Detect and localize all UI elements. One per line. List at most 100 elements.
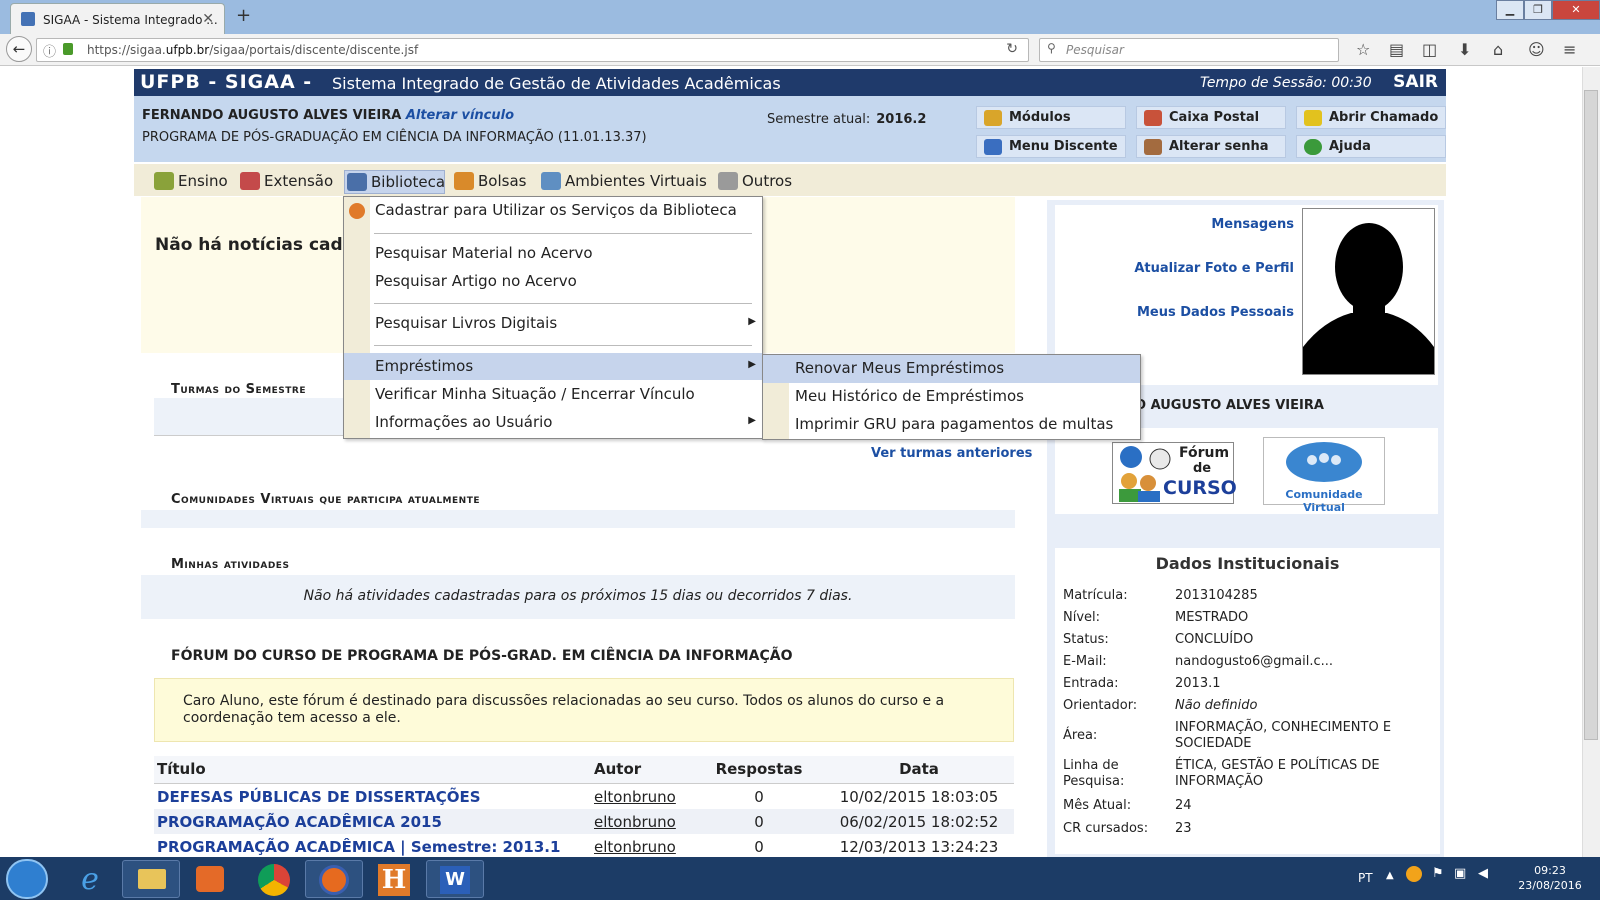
menu-biblioteca[interactable]: Biblioteca: [344, 170, 445, 194]
reading-list-icon[interactable]: ▤: [1389, 40, 1404, 59]
dados-pessoais-link[interactable]: Meus Dados Pessoais: [1054, 305, 1294, 320]
url-host: ufpb.br: [165, 43, 210, 57]
system-clock[interactable]: 09:23 23/08/2016: [1510, 863, 1590, 893]
close-tab-icon[interactable]: ✕: [202, 11, 214, 27]
sigaa-header: UFPB - SIGAA - Sistema Integrado de Gest…: [134, 69, 1446, 96]
forum-date: 12/03/2013 13:24:23: [839, 838, 999, 856]
menu-bolsas[interactable]: Bolsas: [452, 170, 526, 194]
dados-label: Status:: [1063, 632, 1109, 647]
table-row: DEFESAS PÚBLICAS DE DISSERTAÇÕES eltonbr…: [154, 784, 1014, 809]
bookmark-star-icon[interactable]: ☆: [1356, 40, 1370, 59]
chat-icon[interactable]: ☺: [1528, 40, 1545, 59]
download-icon[interactable]: ⬇: [1458, 40, 1471, 59]
start-button[interactable]: [6, 859, 48, 899]
menu-item-gru[interactable]: Imprimir GRU para pagamentos de multas: [763, 411, 1140, 439]
user-key-icon: [1144, 139, 1162, 155]
forum-topic-link[interactable]: PROGRAMAÇÃO ACADÊMICA | Semestre: 2013.1: [157, 838, 560, 856]
user-name-line: FERNANDO AUGUSTO ALVES VIEIRA Alterar ví…: [142, 108, 514, 123]
info-icon[interactable]: ⓘ: [43, 41, 56, 60]
tray-expand-icon[interactable]: ▲: [1386, 870, 1394, 881]
logout-link[interactable]: SAIR: [1393, 72, 1438, 92]
ver-turmas-link[interactable]: Ver turmas anteriores: [871, 446, 1032, 461]
ie-icon[interactable]: e: [70, 862, 110, 897]
menu-outros[interactable]: Outros: [716, 170, 792, 194]
menu-item-emprestimos[interactable]: Empréstimos ▶: [344, 353, 762, 380]
menu-ambientes[interactable]: Ambientes Virtuais: [539, 170, 707, 194]
browser-search-box[interactable]: ⚲ Pesquisar: [1039, 38, 1339, 62]
language-indicator[interactable]: PT: [1358, 871, 1373, 885]
menu-ensino[interactable]: Ensino: [152, 170, 228, 194]
tray-app-icon[interactable]: [1406, 866, 1422, 882]
menu-separator: [374, 233, 752, 234]
word-taskbar-icon[interactable]: W: [426, 860, 484, 898]
dados-label: E-Mail:: [1063, 654, 1107, 669]
menu-extensao[interactable]: Extensão: [238, 170, 333, 194]
dados-label: CR cursados:: [1063, 821, 1149, 836]
menu-item-informacoes[interactable]: Informações ao Usuário ▶: [344, 409, 762, 436]
window-close-icon[interactable]: ✕: [1552, 0, 1600, 20]
dados-label: Nível:: [1063, 610, 1101, 625]
dados-value: Não definido: [1175, 698, 1258, 713]
menu-item-renovar[interactable]: Renovar Meus Empréstimos: [763, 355, 1140, 383]
explorer-taskbar-icon[interactable]: [122, 860, 180, 898]
menu-item-pesquisar-material[interactable]: Pesquisar Material no Acervo: [344, 240, 762, 267]
firefox-taskbar-icon[interactable]: [305, 860, 363, 898]
scrollbar-thumb[interactable]: [1584, 90, 1598, 740]
atualizar-foto-link[interactable]: Atualizar Foto e Perfil: [1054, 261, 1294, 276]
pocket-icon[interactable]: ◫: [1422, 40, 1437, 59]
minimize-icon[interactable]: ▁: [1496, 0, 1524, 20]
restore-icon[interactable]: ❐: [1524, 0, 1552, 20]
action-center-flag-icon[interactable]: ⚑: [1432, 866, 1444, 881]
mensagens-link[interactable]: Mensagens: [1054, 217, 1294, 232]
ajuda-label: Ajuda: [1329, 139, 1371, 154]
forum-topic-link[interactable]: PROGRAMAÇÃO ACADÊMICA 2015: [157, 813, 442, 831]
menu-item-pesquisar-artigo[interactable]: Pesquisar Artigo no Acervo: [344, 268, 762, 295]
forum-replies: 0: [754, 788, 764, 806]
user-avatar: [1302, 208, 1435, 375]
menu-item-pesquisar-livros[interactable]: Pesquisar Livros Digitais ▶: [344, 310, 762, 337]
home-icon[interactable]: ⌂: [1493, 40, 1503, 59]
modulos-button[interactable]: Módulos: [976, 106, 1126, 129]
change-link[interactable]: Alterar vínculo: [406, 108, 514, 123]
media-player-icon[interactable]: [196, 866, 224, 892]
forum-topic-link[interactable]: DEFESAS PÚBLICAS DE DISSERTAÇÕES: [157, 788, 481, 806]
comunidades-box: [141, 510, 1015, 528]
browser-tab[interactable]: SIGAA - Sistema Integrado ... ✕: [10, 3, 225, 34]
back-arrow-icon[interactable]: ←: [6, 36, 32, 62]
menu-item-cadastrar[interactable]: Cadastrar para Utilizar os Serviços da B…: [344, 197, 762, 224]
comunidade-virtual-link[interactable]: Comunidade Virtual: [1263, 437, 1385, 514]
alterar-senha-button[interactable]: Alterar senha: [1136, 135, 1286, 158]
chrome-icon[interactable]: [258, 864, 290, 896]
reload-icon[interactable]: ↻: [1006, 41, 1018, 57]
col-titulo: Título: [157, 760, 206, 778]
books-icon: [154, 172, 174, 190]
menu-item-historico[interactable]: Meu Histórico de Empréstimos: [763, 383, 1140, 411]
menu-tree-icon: [984, 139, 1002, 155]
submenu-arrow-icon: ▶: [748, 316, 756, 327]
library-icon: [347, 173, 367, 191]
window-controls: ▁ ❐ ✕: [1496, 0, 1600, 20]
menu-item-verificar-situacao[interactable]: Verificar Minha Situação / Encerrar Vínc…: [344, 381, 762, 408]
menu-biblioteca-label: Biblioteca: [371, 173, 446, 191]
user-name: FERNANDO AUGUSTO ALVES VIEIRA: [142, 108, 402, 123]
caixa-postal-button[interactable]: Caixa Postal: [1136, 106, 1286, 129]
forum-author-link[interactable]: eltonbruno: [594, 813, 676, 831]
hamburger-menu-icon[interactable]: ≡: [1563, 40, 1576, 59]
new-tab-plus-icon[interactable]: +: [236, 5, 251, 26]
dados-value: 24: [1175, 798, 1192, 813]
dados-value: nandogusto6@gmail.c...: [1175, 654, 1334, 669]
h-app-icon[interactable]: H: [378, 864, 410, 896]
forum-author-link[interactable]: eltonbruno: [594, 788, 676, 806]
forum-note: Caro Aluno, este fórum é destinado para …: [154, 678, 1014, 742]
volume-icon[interactable]: ◀: [1478, 866, 1488, 881]
network-icon[interactable]: ▣: [1454, 866, 1466, 881]
forum-section-title: FÓRUM DO CURSO DE PROGRAMA DE PÓS-GRAD. …: [171, 648, 793, 664]
url-bar[interactable]: ⓘ https://sigaa.ufpb.br/sigaa/portais/di…: [36, 38, 1029, 62]
dados-value: 2013104285: [1175, 588, 1258, 603]
col-autor: Autor: [594, 760, 642, 778]
menu-discente-button[interactable]: Menu Discente: [976, 135, 1126, 158]
forum-author-link[interactable]: eltonbruno: [594, 838, 676, 856]
forum-curso-link[interactable]: Fórum de CURSO: [1112, 442, 1237, 504]
ajuda-button[interactable]: Ajuda: [1296, 135, 1446, 158]
abrir-chamado-button[interactable]: Abrir Chamado: [1296, 106, 1446, 129]
